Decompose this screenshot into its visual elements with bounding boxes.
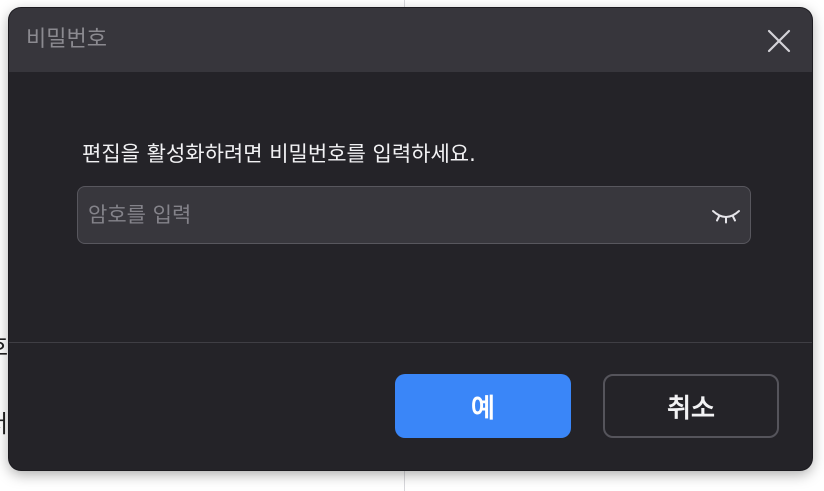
dialog-title: 비밀번호 bbox=[26, 27, 107, 52]
background-partial-text: 서 bbox=[0, 404, 8, 439]
footer-divider bbox=[9, 342, 812, 343]
eye-closed-icon bbox=[712, 210, 740, 224]
background-partial-text: 호 bbox=[0, 327, 8, 362]
password-input[interactable] bbox=[88, 187, 698, 243]
dialog-titlebar: 비밀번호 bbox=[9, 8, 812, 72]
password-visibility-toggle[interactable] bbox=[710, 203, 742, 227]
close-icon bbox=[767, 29, 791, 53]
close-button[interactable] bbox=[764, 26, 794, 56]
password-field bbox=[77, 186, 751, 244]
password-dialog: 비밀번호 편집을 활성화하려면 비밀번호를 입력하세요. 예 취소 bbox=[9, 8, 812, 470]
cancel-button[interactable]: 취소 bbox=[603, 374, 779, 438]
dialog-message: 편집을 활성화하려면 비밀번호를 입력하세요. bbox=[82, 142, 476, 166]
ok-button[interactable]: 예 bbox=[395, 374, 571, 438]
